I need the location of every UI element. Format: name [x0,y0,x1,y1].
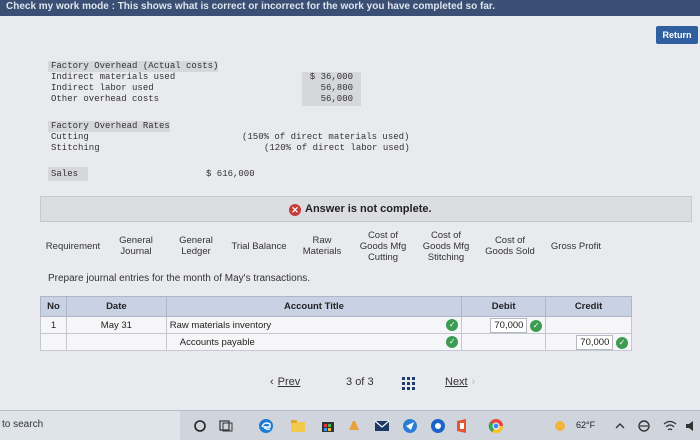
mode-banner: Check my work mode : This shows what is … [6,1,496,12]
prev-label: Prev [277,376,301,388]
network-icon[interactable] [636,418,652,434]
weather-icon[interactable] [552,418,568,434]
tab-gross-profit[interactable]: Gross Profit [544,226,608,266]
col-credit: Credit [545,296,632,317]
tab-cogm-cutting[interactable]: Cost of Goods Mfg Cutting [354,226,412,266]
page-of: of [355,376,365,388]
pager: ‹ Prev 3 of 3 Next › [270,376,500,392]
check-icon: ✓ [530,319,543,332]
cell-account[interactable]: Raw materials inventory ✓ [165,316,463,334]
account-value: Raw materials inventory [169,319,272,331]
cell-date[interactable] [65,333,167,351]
cell-credit[interactable] [545,316,632,334]
browser-icon[interactable] [430,418,446,434]
store-icon[interactable] [320,418,336,434]
row-label: Other overhead costs [51,94,160,104]
sales-value: $ 616,000 [206,169,255,179]
cell-no: 1 [40,316,67,334]
edge-icon[interactable] [258,418,274,434]
sales-row: Sales $ 616,000 [48,167,258,181]
file-explorer-icon[interactable] [290,418,306,434]
row-label: Indirect materials used [51,72,176,82]
tab-raw-materials[interactable]: Raw Materials [294,226,350,266]
tab-cogm-stitching[interactable]: Cost of Goods Mfg Stitching [416,226,476,266]
taskbar-search[interactable]: to search [0,411,180,440]
app-icon[interactable] [346,418,362,434]
current-page: 3 [346,376,353,388]
next-button[interactable]: Next › [445,376,475,388]
overhead-actual-block: Factory Overhead (Actual costs) Indirect… [48,61,361,108]
tab-cogs[interactable]: Cost of Goods Sold [480,226,540,266]
task-view-icon[interactable] [218,418,234,434]
chrome-icon[interactable] [488,418,504,434]
sales-label: Sales [51,169,79,179]
rate-label: Cutting [51,132,89,142]
cell-no [40,333,67,351]
table-row: 1 May 31 Raw materials inventory ✓ 70,00… [40,316,632,334]
col-debit: Debit [461,296,547,317]
chevron-right-icon: › [471,376,476,388]
mail-icon[interactable] [374,418,390,434]
col-account: Account Title [165,296,463,317]
answer-status-panel: ✕ Answer is not complete. [40,196,692,222]
wifi-icon[interactable] [662,418,678,434]
cell-account[interactable]: Accounts payable ✓ [165,333,463,351]
rate-note: (120% of direct labor used) [264,143,410,153]
check-icon: ✓ [616,336,628,349]
tab-general-journal[interactable]: General Journal [108,226,164,266]
row-label: Indirect labor used [51,83,154,93]
row-value: 56,000 [320,94,353,104]
answer-status-text: Answer is not complete. [305,203,432,215]
grid-icon[interactable] [402,377,416,391]
volume-icon[interactable] [684,418,700,434]
row-value: 56,800 [320,83,353,93]
office-icon[interactable] [454,418,470,434]
overhead-rates-block: Factory Overhead Rates Cutting (150% of … [48,121,418,157]
cell-date[interactable]: May 31 [65,316,167,334]
prev-button[interactable]: ‹ Prev [270,376,300,388]
instruction-text: Prepare journal entries for the month of… [48,273,311,284]
cell-credit[interactable]: 70,000 ✓ [545,333,632,351]
answer-status: ✕ Answer is not complete. [289,203,432,216]
send-icon[interactable] [402,418,418,434]
chevron-up-icon[interactable] [612,418,628,434]
error-icon: ✕ [289,204,301,216]
return-button[interactable]: Return [656,26,698,44]
col-date: Date [65,296,167,317]
page-indicator: 3 of 3 [346,376,374,388]
rate-note: (150% of direct materials used) [242,132,410,142]
debit-value: 70,000 [490,317,528,333]
temperature: 62°F [576,420,596,430]
overhead-actual-heading: Factory Overhead (Actual costs) [51,61,219,71]
check-icon: ✓ [446,336,459,348]
chevron-left-icon: ‹ [270,376,274,388]
row-value: $ 36,000 [309,72,353,82]
cortana-icon[interactable] [192,418,208,434]
credit-value: 70,000 [576,334,614,350]
cell-debit[interactable] [461,333,547,351]
cell-debit[interactable]: 70,000 ✓ [461,316,547,334]
next-label: Next [445,376,468,388]
total-pages: 3 [367,376,374,388]
requirement-tabs: Requirement General Journal General Ledg… [40,226,656,266]
taskbar: to search 62°F [0,410,700,440]
top-bar: Check my work mode : This shows what is … [0,0,700,16]
tab-general-ledger[interactable]: General Ledger [168,226,224,266]
check-icon: ✓ [446,319,459,331]
tab-trial-balance[interactable]: Trial Balance [228,226,290,266]
rate-label: Stitching [51,143,100,153]
tab-requirement[interactable]: Requirement [40,226,106,266]
overhead-rates-heading: Factory Overhead Rates [51,121,170,131]
journal-table: No Date Account Title Debit Credit 1 May… [40,296,632,351]
table-row: Accounts payable ✓ 70,000 ✓ [40,333,632,351]
account-value: Accounts payable [179,336,255,348]
col-no: No [40,296,67,317]
